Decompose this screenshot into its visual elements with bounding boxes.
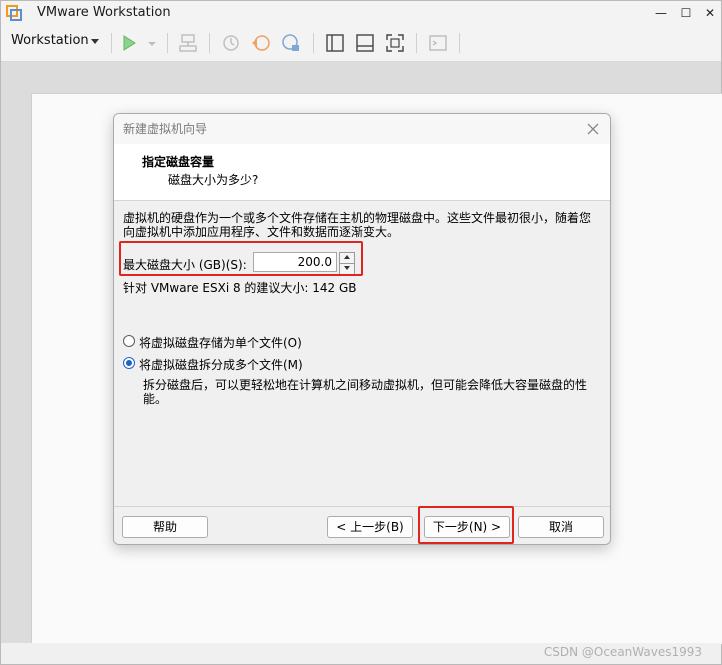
snapshot-button[interactable] <box>220 32 242 54</box>
network-icon <box>179 34 197 52</box>
library-panel-icon <box>326 34 344 52</box>
new-vm-wizard-dialog: 新建虚拟机向导 指定磁盘容量 磁盘大小为多少? 虚拟机的硬盘作为一个或多个文件存… <box>113 113 611 545</box>
console-icon <box>429 35 447 51</box>
dialog-footer: 帮助 < 上一步(B) 下一步(N) > 取消 <box>114 506 610 544</box>
fullscreen-icon <box>386 34 404 52</box>
recommended-size-text: 针对 VMware ESXi 8 的建议大小: 142 GB <box>123 281 357 295</box>
title-bar: VMware Workstation — ☐ ✕ <box>1 1 721 25</box>
cancel-button[interactable]: 取消 <box>518 516 604 538</box>
toolbar-separator <box>313 33 314 53</box>
split-files-label[interactable]: 将虚拟磁盘拆分成多个文件(M) <box>139 356 303 373</box>
thumbnail-panel-icon <box>356 34 374 52</box>
show-library-button[interactable] <box>324 32 346 54</box>
dialog-title-bar: 新建虚拟机向导 <box>114 114 610 144</box>
workstation-menu[interactable]: Workstation <box>11 33 89 48</box>
power-dropdown-button[interactable] <box>141 32 163 54</box>
manage-clock-icon <box>282 34 299 51</box>
step-title: 指定磁盘容量 <box>142 155 215 169</box>
toolbar-separator <box>416 33 417 53</box>
full-screen-button[interactable] <box>384 32 406 54</box>
menu-caret-icon <box>91 39 99 44</box>
wizard-header: 指定磁盘容量 磁盘大小为多少? <box>114 144 610 201</box>
revert-clock-icon <box>252 35 270 51</box>
power-on-button[interactable] <box>118 32 140 54</box>
app-title: VMware Workstation <box>37 5 171 20</box>
disk-description: 虚拟机的硬盘作为一个或多个文件存储在主机的物理磁盘中。这些文件最初很小，随着您向… <box>123 211 592 239</box>
toolbar-separator <box>111 33 112 53</box>
next-button-highlight <box>418 506 514 544</box>
single-file-radio[interactable] <box>123 335 135 347</box>
close-icon <box>587 123 599 135</box>
vmware-logo-icon <box>6 5 22 21</box>
split-files-radio[interactable] <box>123 357 135 369</box>
toolbar-separator <box>167 33 168 53</box>
maximize-button[interactable]: ☐ <box>674 3 698 23</box>
help-button[interactable]: 帮助 <box>122 516 208 538</box>
back-button[interactable]: < 上一步(B) <box>327 516 413 538</box>
close-window-button[interactable]: ✕ <box>698 3 722 23</box>
send-ctrl-alt-del-button[interactable] <box>177 32 199 54</box>
minimize-button[interactable]: — <box>649 3 673 23</box>
dialog-close-button[interactable] <box>582 118 604 140</box>
chevron-down-icon <box>148 42 156 46</box>
snapshot-clock-icon <box>223 35 239 51</box>
split-description: 拆分磁盘后，可以更轻松地在计算机之间移动虚拟机，但可能会降低大容量磁盘的性能。 <box>143 378 588 406</box>
watermark: CSDN @OceanWaves1993 <box>543 645 702 659</box>
show-thumbnail-button[interactable] <box>354 32 376 54</box>
disk-size-highlight <box>119 241 363 276</box>
revert-snapshot-button[interactable] <box>250 32 272 54</box>
toolbar-separator <box>459 33 460 53</box>
toolbar-separator <box>209 33 210 53</box>
toolbar: Workstation <box>1 25 721 62</box>
play-icon <box>123 35 136 51</box>
step-subtitle: 磁盘大小为多少? <box>168 173 259 187</box>
snapshot-manager-button[interactable] <box>280 32 302 54</box>
single-file-label[interactable]: 将虚拟磁盘存储为单个文件(O) <box>139 334 302 351</box>
dialog-title: 新建虚拟机向导 <box>123 122 208 136</box>
console-view-button[interactable] <box>427 32 449 54</box>
